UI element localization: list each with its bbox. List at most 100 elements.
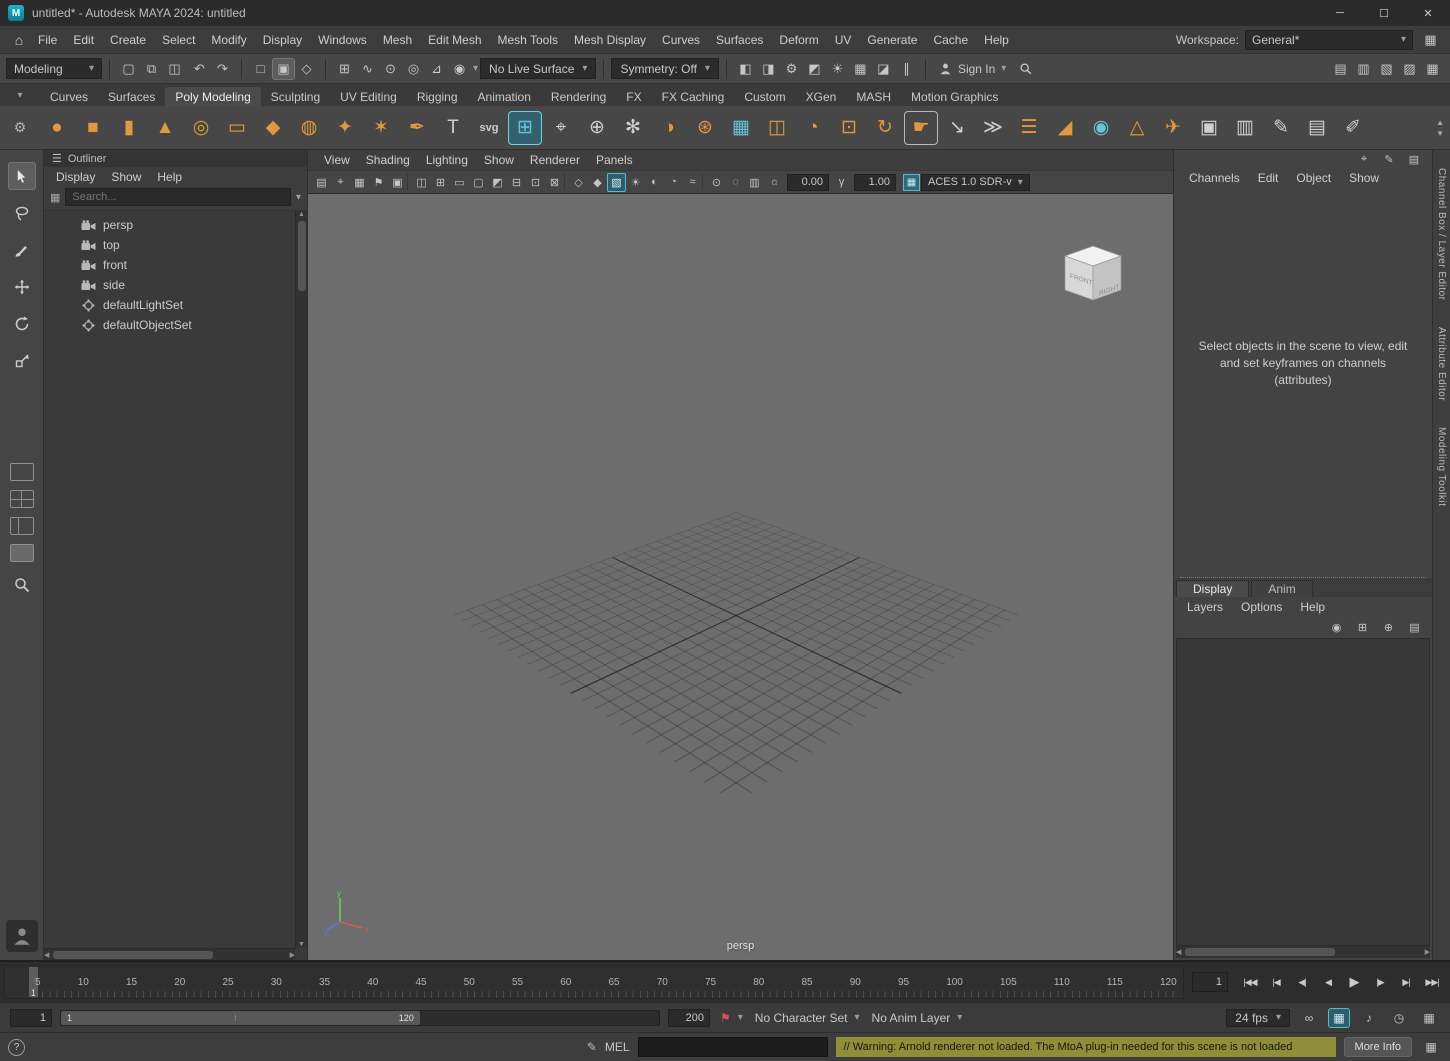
poly-disc-icon[interactable]: ◆ xyxy=(256,111,290,145)
sidebar-panel-tab[interactable]: Attribute Editor xyxy=(1436,327,1447,401)
view-transform-select[interactable]: ACES 1.0 SDR-v ▾ xyxy=(921,174,1030,191)
menu-item[interactable]: Create xyxy=(102,33,154,47)
paper-plane-icon[interactable]: ✈ xyxy=(1156,111,1190,145)
menu-item[interactable]: Cache xyxy=(925,33,976,47)
menu-item[interactable]: Curves xyxy=(654,33,708,47)
construction-aim-icon[interactable]: ⌖ xyxy=(544,111,578,145)
field-chart-icon[interactable]: ⊟ xyxy=(507,173,526,192)
outliner-item[interactable]: side xyxy=(44,275,307,295)
two-panes-icon[interactable]: ◫ xyxy=(412,173,431,192)
home-icon[interactable]: ⌂ xyxy=(8,32,30,48)
menu-item[interactable]: UV xyxy=(827,33,860,47)
pen-line-icon[interactable]: ✐ xyxy=(1336,111,1370,145)
maximize-button[interactable]: ☐ xyxy=(1362,0,1406,26)
select-component-icon[interactable]: ◇ xyxy=(295,58,318,80)
bridge-icon[interactable]: ◔ xyxy=(796,111,830,145)
poly-pipe-icon[interactable]: ◍ xyxy=(292,111,326,145)
workspace-grid-icon[interactable]: ▦ xyxy=(1419,29,1442,51)
layer-menu-item[interactable]: Help xyxy=(1293,600,1332,614)
save-scene-icon[interactable]: ◫ xyxy=(163,58,186,80)
poly-cylinder-icon[interactable]: ▮ xyxy=(112,111,146,145)
soft-select-hand-icon[interactable]: ☛ xyxy=(904,111,938,145)
layer-editor-tab[interactable]: Anim xyxy=(1251,580,1312,597)
shelf-tab[interactable]: Poly Modeling xyxy=(165,87,260,106)
menu-item[interactable]: Surfaces xyxy=(708,33,771,47)
chevron-down-icon[interactable]: ▾ xyxy=(473,63,478,74)
snap-to-point-icon[interactable]: ⊙ xyxy=(379,58,402,80)
use-all-lights-icon[interactable]: ☀ xyxy=(626,173,645,192)
shelf-tab[interactable]: Animation xyxy=(468,87,541,106)
shelf-tab[interactable]: Rigging xyxy=(407,87,468,106)
scrollbar-thumb[interactable] xyxy=(298,221,306,291)
pause-viewport-icon[interactable]: ∥ xyxy=(895,58,918,80)
hud-icon[interactable]: ▥ xyxy=(745,173,764,192)
layer-editor-tab[interactable]: Display xyxy=(1176,580,1249,597)
xray-icon[interactable]: ◌ xyxy=(726,173,745,192)
chevron-down-icon[interactable]: ▾ xyxy=(296,192,301,203)
minimize-button[interactable]: ─ xyxy=(1318,0,1362,26)
go-to-start-button[interactable]: |◀◀ xyxy=(1238,970,1262,994)
shelf-tab[interactable]: UV Editing xyxy=(330,87,407,106)
render-view-icon[interactable]: ◧ xyxy=(734,58,757,80)
sign-in-button[interactable]: Sign In ▾ xyxy=(933,62,1012,76)
layout-four-pane-button[interactable] xyxy=(10,490,34,508)
sidebar-panel-tab[interactable]: Modeling Toolkit xyxy=(1436,427,1447,507)
undo-icon[interactable]: ↶ xyxy=(188,58,211,80)
outliner-item[interactable]: persp xyxy=(44,215,307,235)
shelf-tab[interactable]: Rendering xyxy=(541,87,616,106)
step-forward-frame-button[interactable]: |▶ xyxy=(1368,970,1392,994)
scroll-up-icon[interactable]: ▲ xyxy=(298,211,305,218)
make-live-icon[interactable]: ◉ xyxy=(448,58,471,80)
camera-select-icon[interactable]: ⌖ xyxy=(331,173,350,192)
menu-item[interactable]: Windows xyxy=(310,33,375,47)
menu-item[interactable]: Mesh Display xyxy=(566,33,654,47)
add-layer-from-selected-icon[interactable]: ⊕ xyxy=(1379,618,1398,637)
step-back-frame-button[interactable]: ◀| xyxy=(1290,970,1314,994)
zoom-tool[interactable] xyxy=(8,571,36,599)
redo-icon[interactable]: ↷ xyxy=(211,58,234,80)
attribute-editor-toggle-icon[interactable]: ▧ xyxy=(1375,58,1398,80)
shelf-scroll-up-icon[interactable]: ▲ xyxy=(1436,118,1444,127)
quad-draw-icon[interactable]: ⊡ xyxy=(832,111,866,145)
render-sequence-icon[interactable]: ◪ xyxy=(872,58,895,80)
grid-toggle-icon[interactable]: ⊞ xyxy=(431,173,450,192)
scroll-right-icon[interactable]: ▶ xyxy=(1425,948,1430,956)
outliner-menu-item[interactable]: Help xyxy=(151,170,188,184)
gate-mask-icon[interactable]: ◩ xyxy=(488,173,507,192)
search-icon[interactable] xyxy=(1014,58,1037,80)
shelf-menu-icon[interactable]: ▾ xyxy=(17,90,22,101)
shaded-mode-icon[interactable]: ◆ xyxy=(588,173,607,192)
smooth-mesh-icon[interactable]: ◑ xyxy=(652,111,686,145)
command-line-input[interactable] xyxy=(638,1037,828,1057)
shelf-tab[interactable]: MASH xyxy=(846,87,901,106)
sidebar-panel-tab[interactable]: Channel Box / Layer Editor xyxy=(1436,168,1447,301)
shelf-tab[interactable]: FX Caching xyxy=(652,87,735,106)
svg-tool-icon[interactable]: svg xyxy=(472,111,506,145)
resolution-gate-icon[interactable]: ▢ xyxy=(469,173,488,192)
bend-icon[interactable]: ◫ xyxy=(760,111,794,145)
select-hierarchy-icon[interactable]: □ xyxy=(249,58,272,80)
script-pencil-icon[interactable]: ✎ xyxy=(587,1040,597,1054)
wrap-globe-icon[interactable]: ◉ xyxy=(1084,111,1118,145)
type-grid-icon[interactable]: ⊞ xyxy=(508,111,542,145)
safe-title-icon[interactable]: ⊠ xyxy=(545,173,564,192)
user-avatar[interactable] xyxy=(6,920,38,952)
layer-stack-icon[interactable]: ☰ xyxy=(1012,111,1046,145)
panel-menu-icon[interactable]: ☰ xyxy=(52,152,62,165)
layer-list[interactable] xyxy=(1176,638,1430,946)
film-gate-icon[interactable]: ▭ xyxy=(450,173,469,192)
close-button[interactable]: ✕ xyxy=(1406,0,1450,26)
rotate-tool[interactable] xyxy=(8,310,36,338)
step-build-icon[interactable]: ◢ xyxy=(1048,111,1082,145)
menu-item[interactable]: File xyxy=(30,33,65,47)
ambient-occlusion-icon[interactable]: ◔ xyxy=(664,173,683,192)
add-layer-icon[interactable]: ⊞ xyxy=(1353,618,1372,637)
freeze-transform-icon[interactable]: ✻ xyxy=(616,111,650,145)
type-tool-icon[interactable]: T xyxy=(436,111,470,145)
sketch-pencil-icon[interactable]: ✎ xyxy=(1264,111,1298,145)
play-button[interactable]: ▶ xyxy=(1342,970,1366,994)
go-to-end-button[interactable]: ▶▶| xyxy=(1420,970,1444,994)
menu-item[interactable]: Display xyxy=(255,33,310,47)
curve-pencil-icon[interactable]: ✒ xyxy=(400,111,434,145)
more-info-button[interactable]: More Info xyxy=(1344,1037,1412,1057)
